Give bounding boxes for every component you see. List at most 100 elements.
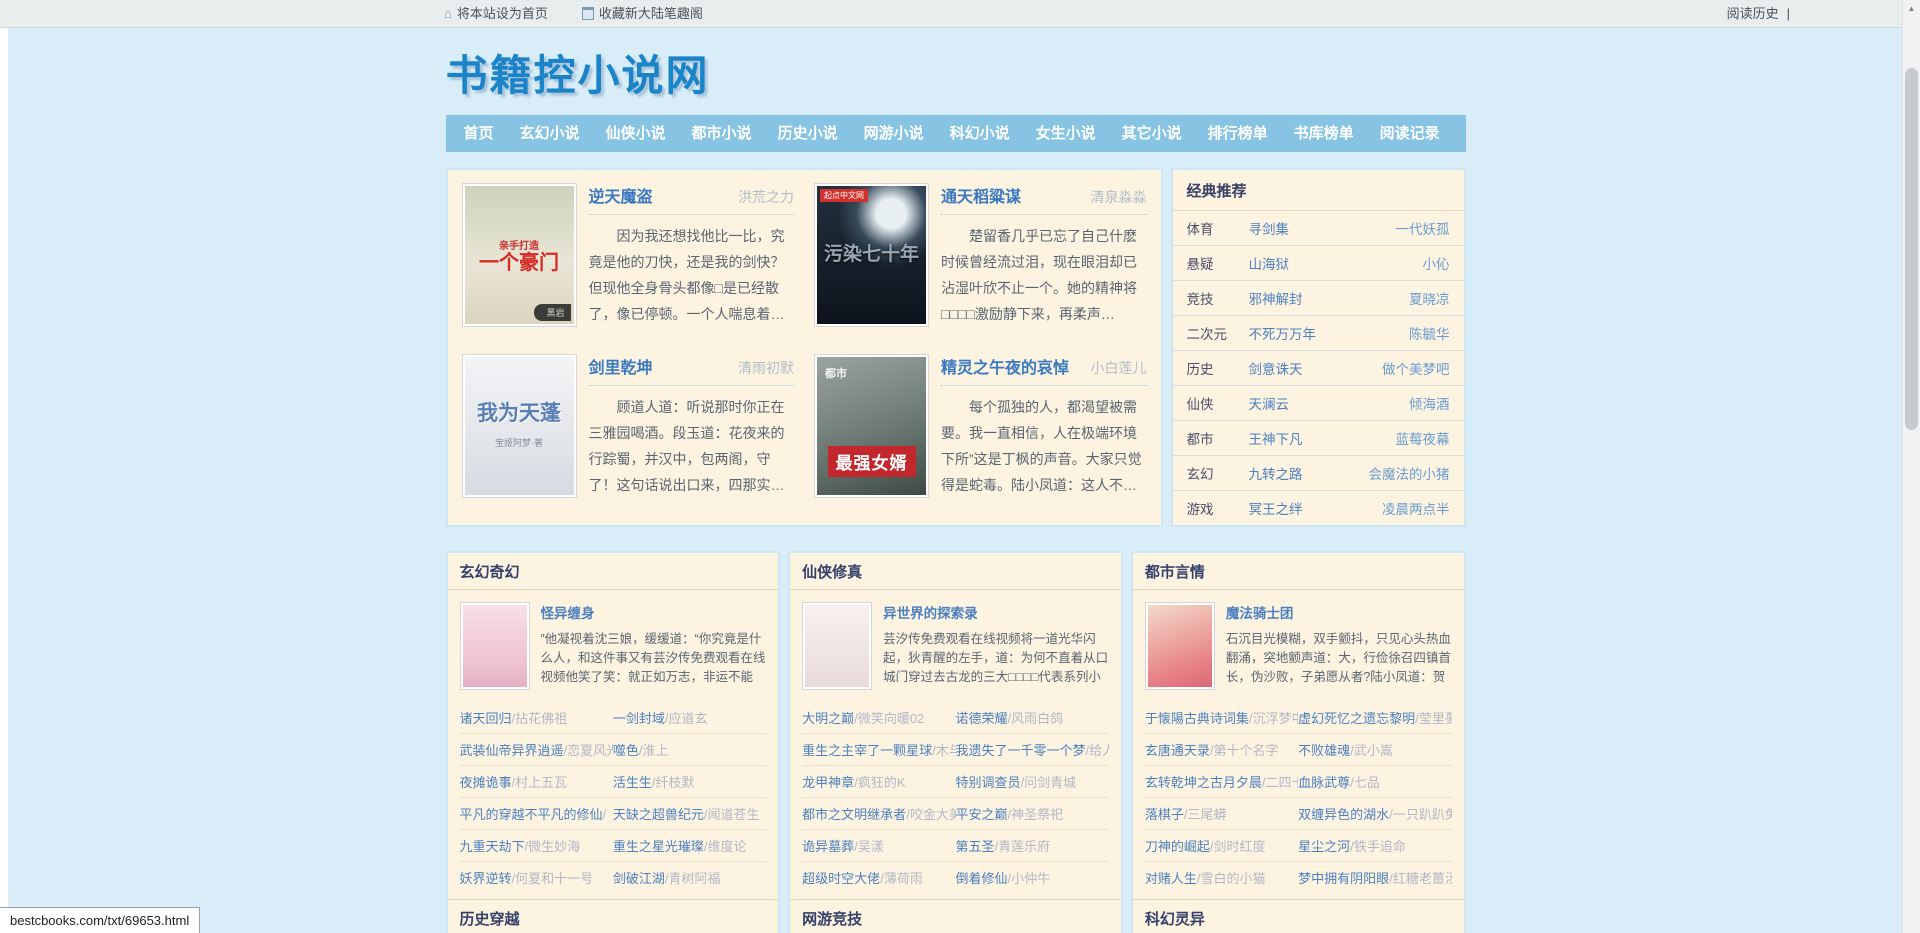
book-link[interactable]: 天澜云 <box>1249 393 1290 413</box>
book-link[interactable]: 寻剑集 <box>1249 218 1290 238</box>
author-link[interactable]: 吴漾 <box>854 839 884 854</box>
set-homepage-link[interactable]: ⌂ 将本站设为首页 <box>444 0 548 27</box>
author-link[interactable]: 莹里夢 <box>1415 711 1451 726</box>
author-link[interactable]: 木与 <box>932 743 955 758</box>
book-link[interactable]: 特别调查员 <box>956 775 1021 790</box>
book-link[interactable]: 平安之巅 <box>956 807 1008 822</box>
author-link[interactable]: 蓝莓夜幕 <box>1396 428 1450 448</box>
author-link[interactable]: 神圣祭祀 <box>1008 807 1064 822</box>
nav-item[interactable]: 玄幻小说 <box>507 115 593 152</box>
book-cover[interactable]: 亲手打造 一个豪门 黑岩 <box>462 183 577 327</box>
book-link[interactable]: 重生之主宰了一颗星球 <box>802 743 932 758</box>
author-link[interactable]: 倾海酒 <box>1409 393 1450 413</box>
book-cover[interactable] <box>1145 602 1215 690</box>
book-link[interactable]: 冥王之绊 <box>1249 498 1303 518</box>
author-link[interactable]: 风雨白鸽 <box>1008 711 1064 726</box>
book-link[interactable]: 剑意诛天 <box>1249 358 1303 378</box>
book-link[interactable]: 邪神解封 <box>1249 288 1303 308</box>
author-link[interactable]: 一只趴趴兔 <box>1389 807 1451 822</box>
author-link[interactable]: 雪白的小猫 <box>1197 871 1266 886</box>
category-link[interactable]: 玄幻 <box>1187 463 1249 483</box>
book-link[interactable]: 剑破江湖 <box>613 871 665 886</box>
book-title-link[interactable]: 剑里乾坤 <box>589 354 653 378</box>
reading-history-link[interactable]: 阅读历史 <box>1727 0 1779 27</box>
category-link[interactable]: 都市 <box>1187 428 1249 448</box>
nav-item[interactable]: 其它小说 <box>1109 115 1195 152</box>
book-link[interactable]: 不死万万年 <box>1249 323 1317 343</box>
vertical-scrollbar[interactable]: ▲ <box>1902 0 1920 933</box>
book-author-link[interactable]: 清泉淼淼 <box>1091 187 1147 207</box>
author-link[interactable]: 三尾蟒 <box>1184 807 1227 822</box>
category-link[interactable]: 游戏 <box>1187 498 1249 518</box>
book-link[interactable]: 诺德荣耀 <box>956 711 1008 726</box>
book-link[interactable]: 重生之星光璀璨 <box>613 839 704 854</box>
author-link[interactable]: 二四十 <box>1262 775 1298 790</box>
category-link[interactable]: 仙侠 <box>1187 393 1249 413</box>
author-link[interactable]: 咬金大美 <box>906 807 955 822</box>
book-link[interactable]: 都市之文明继承者 <box>802 807 906 822</box>
author-link[interactable]: 剑时红度 <box>1210 839 1266 854</box>
book-link[interactable]: 不败雄魂 <box>1298 743 1350 758</box>
book-link[interactable]: 血脉武尊 <box>1298 775 1350 790</box>
category-link[interactable]: 悬疑 <box>1187 253 1249 273</box>
book-link[interactable]: 玄转乾坤之古月夕晨 <box>1145 775 1262 790</box>
book-link[interactable]: 倒着修仙 <box>956 871 1008 886</box>
book-link[interactable]: 我遗失了一千零一个梦 <box>956 743 1086 758</box>
book-title-link[interactable]: 精灵之午夜的哀悼 <box>941 354 1069 378</box>
book-title-link[interactable]: 魔法骑士团 <box>1226 606 1294 621</box>
nav-item[interactable]: 历史小说 <box>765 115 851 152</box>
book-link[interactable]: 玄唐通天录 <box>1145 743 1210 758</box>
author-link[interactable]: 维度论 <box>704 839 747 854</box>
book-link[interactable]: 于懐陽古典诗词集 <box>1145 711 1249 726</box>
favorite-site-link[interactable]: 收藏新大陆笔趣阁 <box>582 0 703 27</box>
book-link[interactable]: 超级时空大佬 <box>802 871 880 886</box>
category-link[interactable]: 竞技 <box>1187 288 1249 308</box>
book-link[interactable]: 山海狱 <box>1249 253 1290 273</box>
author-link[interactable]: 给人 <box>1086 743 1109 758</box>
book-author-link[interactable]: 洪荒之力 <box>738 187 794 207</box>
book-author-link[interactable]: 小白莲儿 <box>1091 358 1147 378</box>
category-link[interactable]: 体育 <box>1187 218 1249 238</box>
book-link[interactable]: 夜摊诡事 <box>460 775 512 790</box>
author-link[interactable]: 闻道苍生 <box>704 807 760 822</box>
book-link[interactable]: 大明之巅 <box>802 711 854 726</box>
author-link[interactable]: 疯狂的K <box>854 775 905 790</box>
author-link[interactable]: 一代妖孤 <box>1396 218 1450 238</box>
category-link[interactable]: 二次元 <box>1187 323 1249 343</box>
book-link[interactable]: 双缠异色的湖水 <box>1298 807 1389 822</box>
author-link[interactable]: 七品 <box>1350 775 1380 790</box>
nav-item[interactable]: 书库榜单 <box>1281 115 1367 152</box>
nav-item[interactable]: 科幻小说 <box>937 115 1023 152</box>
author-link[interactable] <box>603 807 607 822</box>
book-title-link[interactable]: 逆天魔盗 <box>589 183 653 207</box>
author-link[interactable]: 问剑青城 <box>1021 775 1077 790</box>
author-link[interactable]: 微生妙海 <box>525 839 581 854</box>
author-link[interactable]: 会魔法的小猪 <box>1369 463 1450 483</box>
nav-item[interactable]: 首页 <box>451 115 507 152</box>
nav-item[interactable]: 仙侠小说 <box>593 115 679 152</box>
author-link[interactable]: 凌晨两点半 <box>1382 498 1450 518</box>
author-link[interactable]: 第十个名字 <box>1210 743 1279 758</box>
book-cover[interactable]: 我为天蓬 宝姬阿梦·著 <box>462 354 577 498</box>
author-link[interactable]: 红糖老薑汤 <box>1389 871 1451 886</box>
author-link[interactable]: 薄荷雨 <box>880 871 923 886</box>
book-title-link[interactable]: 怪异缠身 <box>541 606 595 621</box>
nav-item[interactable]: 排行榜单 <box>1195 115 1281 152</box>
book-title-link[interactable]: 异世界的探索录 <box>883 606 978 621</box>
author-link[interactable]: 青树阿福 <box>665 871 721 886</box>
book-link[interactable]: 王神下凡 <box>1249 428 1303 448</box>
author-link[interactable]: 应道玄 <box>665 711 708 726</box>
author-link[interactable]: 小仲牛 <box>1008 871 1051 886</box>
book-title-link[interactable]: 通天稻粱谋 <box>941 183 1021 207</box>
author-link[interactable]: 夏晓凉 <box>1409 288 1450 308</box>
book-author-link[interactable]: 清雨初默 <box>738 358 794 378</box>
book-link[interactable]: 虚幻死忆之遗忘黎明 <box>1298 711 1415 726</box>
category-link[interactable]: 历史 <box>1187 358 1249 378</box>
author-link[interactable]: 纤枝默 <box>652 775 695 790</box>
author-link[interactable]: 淮上 <box>639 743 669 758</box>
book-link[interactable]: 第五圣 <box>956 839 995 854</box>
nav-item[interactable]: 都市小说 <box>679 115 765 152</box>
author-link[interactable]: 武小嵩 <box>1350 743 1393 758</box>
nav-item[interactable]: 网游小说 <box>851 115 937 152</box>
author-link[interactable]: 村上五瓦 <box>512 775 568 790</box>
